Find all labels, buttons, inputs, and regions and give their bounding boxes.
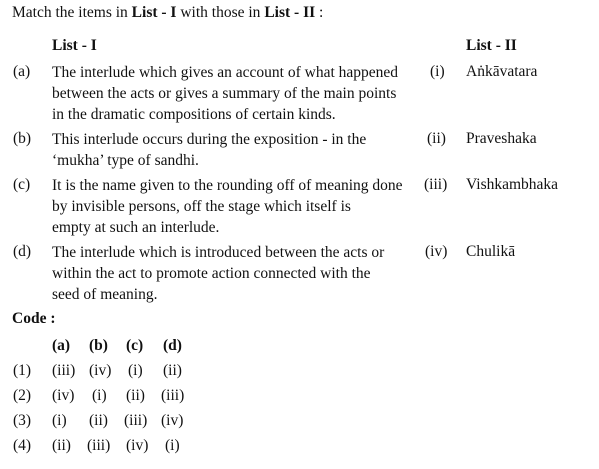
option-value: (iv) [126,437,149,454]
question-prefix: Match the items in [12,4,132,21]
match-text: Chulikā [466,243,516,260]
match-label: (i) [430,63,445,80]
item-line: ‘mukha’ type of sandhi. [52,152,199,169]
match-label: (ii) [427,130,446,147]
option-label: (2) [13,387,32,404]
match-label: (iii) [424,176,448,193]
item-line: within the act to promote action connect… [52,265,371,282]
item-label: (b) [13,130,32,147]
question-text: Match the items in List - I with those i… [12,4,323,22]
option-value: (iv) [52,387,75,404]
option-label: (1) [13,362,32,379]
option-value: (iii) [52,362,76,379]
question-middle: with those in [176,4,265,21]
match-text: Vishkambhaka [466,176,559,193]
item-line: between the acts or gives a summary of t… [52,85,397,102]
item-line: The interlude which is introduced betwee… [52,244,385,261]
code-title: Code : [12,310,56,327]
option-value: (iv) [89,362,112,379]
item-label: (d) [13,243,32,260]
item-label: (a) [13,63,31,80]
option-value: (ii) [126,387,145,404]
match-label: (iv) [425,243,448,260]
option-value: (iii) [161,387,185,404]
option-value: (iii) [124,412,148,429]
code-header: (a) [52,337,71,354]
option-value: (i) [165,437,180,454]
option-value: (ii) [52,437,71,454]
code-header: (d) [163,337,182,354]
item-line: The interlude which gives an account of … [52,64,399,81]
question-list1: List - I [131,4,177,21]
item-line: seed of meaning. [52,286,158,303]
item-line: empty at such an interlude. [52,219,220,236]
item-line: It is the name given to the rounding off… [52,177,403,194]
question-list2: List - II [264,4,316,21]
option-value: (i) [128,362,143,379]
item-line: in the dramatic compositions of certain … [52,106,336,123]
code-header: (c) [126,337,144,354]
option-value: (iii) [87,437,111,454]
option-value: (ii) [89,412,108,429]
option-value: (i) [92,387,107,404]
item-line: by invisible persons, off the stage whic… [52,198,351,215]
code-header: (b) [89,337,108,354]
match-text: Praveshaka [466,130,537,147]
match-text: Aṅkāvatara [466,63,538,80]
option-value: (ii) [163,362,182,379]
item-line: This interlude occurs during the exposit… [52,131,367,148]
option-label: (3) [13,412,32,429]
option-value: (iv) [161,412,184,429]
option-value: (i) [52,412,67,429]
item-label: (c) [13,176,31,193]
list1-header: List - I [52,37,97,54]
question-suffix: : [315,4,324,21]
option-label: (4) [13,437,32,454]
list2-header: List - II [466,37,517,54]
